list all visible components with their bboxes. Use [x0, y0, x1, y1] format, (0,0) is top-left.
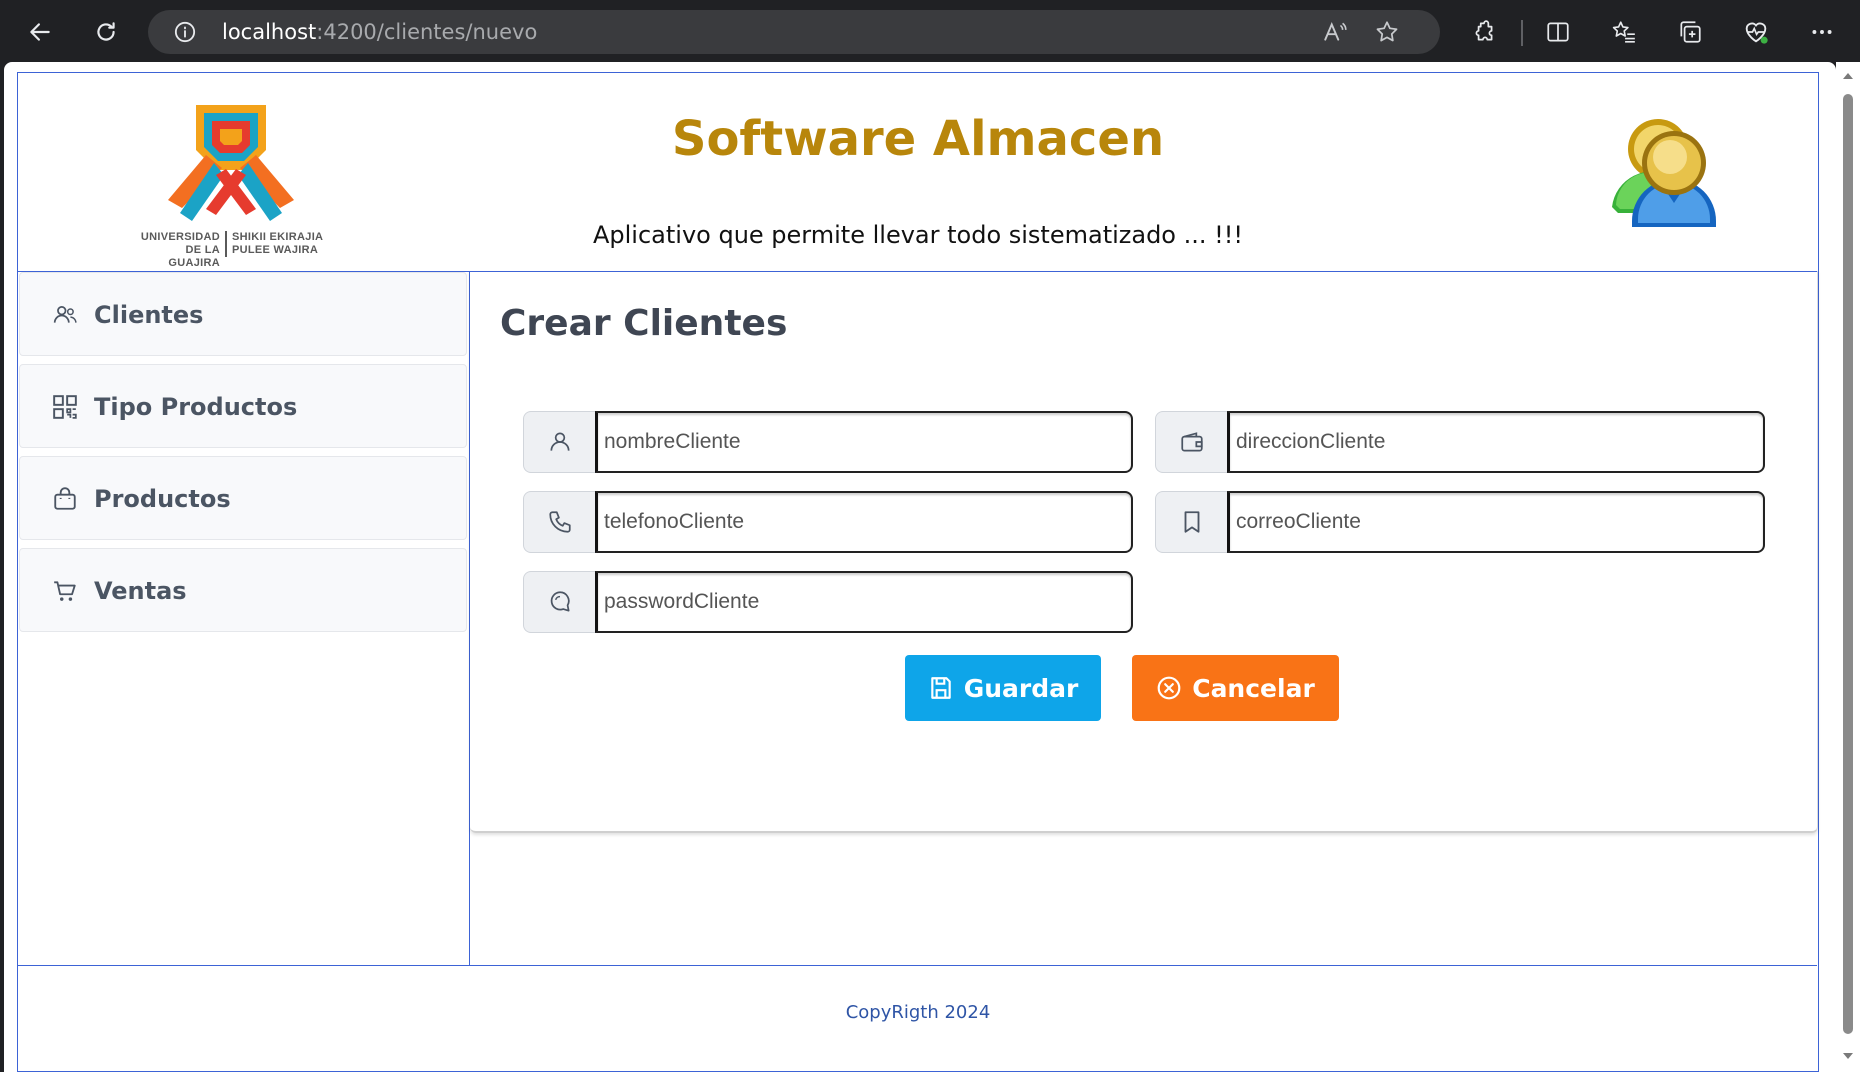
- split-screen-icon: [1547, 22, 1569, 42]
- split-screen-button[interactable]: [1538, 12, 1578, 52]
- favorites-list-icon: [1612, 21, 1635, 43]
- browser-health-button[interactable]: [1736, 12, 1776, 52]
- vertical-scrollbar[interactable]: [1836, 62, 1860, 1072]
- sidebar-item-label: Tipo Productos: [94, 393, 298, 421]
- back-arrow-icon: [30, 23, 50, 41]
- cancel-button-label: Cancelar: [1192, 673, 1315, 703]
- site-info-icon[interactable]: [174, 21, 196, 43]
- scroll-down-arrow-icon[interactable]: [1842, 1050, 1854, 1062]
- favorite-star-icon[interactable]: [1374, 19, 1400, 45]
- nombre-addon: [523, 411, 595, 473]
- url-host: localhost: [222, 20, 317, 44]
- browser-toolbar: localhost:4200/clientes/nuevo: [0, 0, 1860, 62]
- page-title: Crear Clientes: [500, 303, 788, 344]
- favorites-button[interactable]: [1604, 12, 1644, 52]
- users-avatar-icon: [1612, 119, 1716, 227]
- collections-icon: [1680, 21, 1701, 43]
- qr-grid-icon: [53, 395, 77, 419]
- sidebar-item-productos[interactable]: Productos: [19, 456, 467, 540]
- app-frame: UNIVERSIDAD DE LA GUAJIRA SHIKII EKIRAJI…: [17, 72, 1819, 1072]
- app-header: UNIVERSIDAD DE LA GUAJIRA SHIKII EKIRAJI…: [18, 73, 1817, 272]
- collections-button[interactable]: [1670, 12, 1710, 52]
- extensions-button[interactable]: [1464, 12, 1504, 52]
- heart-pulse-icon: [1745, 22, 1768, 44]
- correo-cliente-input[interactable]: [1227, 491, 1765, 553]
- nombre-field: [523, 411, 1133, 473]
- nombre-cliente-input[interactable]: [595, 411, 1133, 473]
- password-addon: [523, 571, 595, 633]
- password-field: [523, 571, 1133, 633]
- address-bar[interactable]: localhost:4200/clientes/nuevo: [148, 10, 1440, 54]
- url-path: :4200/clientes/nuevo: [316, 20, 538, 44]
- logo-text-left-line2: DE LA GUAJIRA: [168, 244, 220, 269]
- telefono-addon: [523, 491, 595, 553]
- cart-icon: [54, 581, 76, 601]
- sidebar-item-ventas[interactable]: Ventas: [19, 548, 467, 632]
- sidebar-item-label: Clientes: [94, 301, 204, 329]
- wallet-icon: [1180, 432, 1203, 452]
- user-icon: [549, 432, 570, 451]
- sidebar-item-label: Ventas: [94, 577, 187, 605]
- sidebar-nav: Clientes Tipo Productos Productos Ventas: [18, 271, 470, 965]
- more-dots-icon: [1812, 30, 1832, 34]
- scroll-up-arrow-icon[interactable]: [1842, 70, 1854, 82]
- back-button[interactable]: [20, 12, 60, 52]
- create-client-card: Crear Clientes nombreCliente direccionCl…: [470, 271, 1818, 833]
- sidebar-item-tipo-productos[interactable]: Tipo Productos: [19, 364, 467, 448]
- logo-divider: [225, 231, 227, 257]
- logo-text-right-line1: SHIKII EKIRAJIA: [232, 231, 324, 243]
- direccion-cliente-input[interactable]: [1227, 411, 1765, 473]
- logo-text-right: SHIKII EKIRAJIA PULEE WAJIRA: [232, 231, 323, 257]
- logo-text-left: UNIVERSIDAD DE LA GUAJIRA: [136, 231, 220, 270]
- university-emblem-icon: [168, 105, 294, 221]
- university-logo: UNIVERSIDAD DE LA GUAJIRA SHIKII EKIRAJI…: [136, 105, 356, 270]
- floppy-disk-icon: [930, 677, 951, 699]
- cancel-button[interactable]: Cancelar: [1132, 655, 1339, 721]
- app-title: Software Almacen: [671, 111, 1165, 167]
- app-subtitle: Aplicativo que permite llevar todo siste…: [592, 221, 1243, 249]
- settings-more-button[interactable]: [1802, 12, 1842, 52]
- app-footer: CopyRigth 2024: [18, 965, 1817, 1072]
- correo-field: [1155, 491, 1765, 553]
- logo-text-right-line2: PULEE WAJIRA: [232, 244, 319, 256]
- save-button-label: Guardar: [963, 673, 1079, 703]
- direccion-addon: [1155, 411, 1227, 473]
- scrollbar-thumb[interactable]: [1843, 94, 1853, 1034]
- reload-button[interactable]: [86, 12, 126, 52]
- phone-icon: [548, 511, 571, 533]
- bookmark-icon: [1184, 511, 1199, 533]
- direccion-field: [1155, 411, 1765, 473]
- save-button[interactable]: Guardar: [905, 655, 1101, 721]
- shopping-bag-icon: [54, 487, 76, 510]
- read-aloud-icon[interactable]: [1322, 19, 1348, 45]
- users-icon: [53, 306, 77, 323]
- logo-text-left-line1: UNIVERSIDAD: [140, 231, 220, 243]
- puzzle-icon: [1475, 20, 1493, 41]
- toolbar-separator: [1521, 20, 1523, 46]
- cancel-circle-icon: [1157, 676, 1181, 700]
- sidebar-item-clientes[interactable]: Clientes: [19, 272, 467, 356]
- reload-icon: [97, 22, 115, 41]
- password-cliente-input[interactable]: [595, 571, 1133, 633]
- telefono-field: [523, 491, 1133, 553]
- telefono-cliente-input[interactable]: [595, 491, 1133, 553]
- chat-icon: [550, 591, 570, 612]
- page-viewport: UNIVERSIDAD DE LA GUAJIRA SHIKII EKIRAJI…: [4, 62, 1836, 1072]
- correo-addon: [1155, 491, 1227, 553]
- sidebar-item-label: Productos: [94, 485, 231, 513]
- url-text[interactable]: localhost:4200/clientes/nuevo: [222, 20, 537, 44]
- copyright-text: CopyRigth 2024: [845, 1002, 991, 1023]
